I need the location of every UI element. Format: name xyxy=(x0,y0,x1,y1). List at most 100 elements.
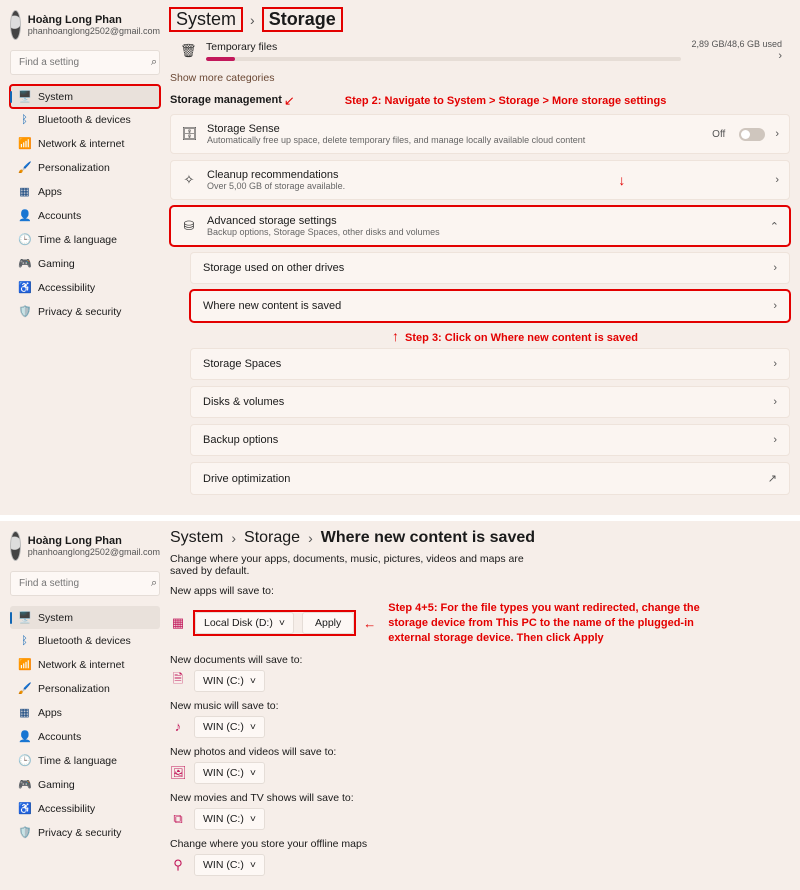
annotation-step3: ↑Step 3: Click on Where new content is s… xyxy=(240,328,790,344)
chevron-right-icon: › xyxy=(250,12,255,28)
nav-label: Personalization xyxy=(38,162,110,174)
nav-icon: 🖌️ xyxy=(18,161,31,174)
arrow-left-icon: ← xyxy=(363,616,376,631)
drive-select[interactable]: WIN (C:) ˅ xyxy=(194,854,265,876)
save-label: New movies and TV shows will save to: xyxy=(170,792,790,804)
sidebar-item-personalization[interactable]: 🖌️ Personalization xyxy=(10,156,160,179)
user-email: phanhoanglong2502@gmail.com xyxy=(28,26,160,36)
intro-text: Change where your apps, documents, music… xyxy=(170,553,530,577)
drive-select[interactable]: Local Disk (D:) ˅ xyxy=(195,612,294,634)
search-icon: ⌕ xyxy=(151,577,157,590)
chevron-right-icon: › xyxy=(773,358,777,370)
nav-label: Time & language xyxy=(38,234,117,246)
sidebar-item-bluetooth-devices[interactable]: ᛒ Bluetooth & devices xyxy=(10,109,160,131)
storage-sense-desc: Automatically free up space, delete temp… xyxy=(207,135,702,145)
breadcrumb: System › Storage › Where new content is … xyxy=(170,529,790,547)
sidebar-item-gaming[interactable]: 🎮Gaming xyxy=(10,773,160,796)
category-icon: 🗎 xyxy=(170,670,186,692)
storage-sense-toggle[interactable] xyxy=(739,128,765,141)
temp-files-row[interactable]: 🗑 Temporary files 2,89 GB/48,6 GB used › xyxy=(170,37,790,68)
nav-icon: 🕒 xyxy=(18,233,31,246)
advanced-storage-row[interactable]: ⛁ Advanced storage settings Backup optio… xyxy=(170,206,790,246)
sidebar-item-accessibility[interactable]: ♿Accessibility xyxy=(10,276,160,299)
crumb-storage[interactable]: Storage xyxy=(244,529,300,547)
sidebar-item-gaming[interactable]: 🎮Gaming xyxy=(10,252,160,275)
sidebar-item-system[interactable]: 🖥️System xyxy=(10,85,160,108)
nav-label: Time & language xyxy=(38,755,117,767)
adv-item-disks-volumes[interactable]: Disks & volumes› xyxy=(190,386,790,418)
search-input[interactable] xyxy=(19,57,151,68)
chevron-right-icon: › xyxy=(773,262,777,274)
show-more-categories[interactable]: Show more categories xyxy=(170,72,790,84)
avatar xyxy=(10,10,21,40)
user-email: phanhoanglong2502@gmail.com xyxy=(28,547,160,557)
adv-item-backup-options[interactable]: Backup options› xyxy=(190,424,790,456)
search-box[interactable]: ⌕ xyxy=(10,50,160,75)
user-name: Hoàng Long Phan xyxy=(28,14,160,26)
storage-mgmt-title: Storage management xyxy=(170,94,282,106)
adv-item-title: Where new content is saved xyxy=(203,300,763,312)
sidebar-item-privacy-security[interactable]: 🛡️Privacy & security xyxy=(10,821,160,844)
temp-used: 2,89 GB/48,6 GB used xyxy=(691,39,782,49)
sidebar-item-privacy-security[interactable]: 🛡️Privacy & security xyxy=(10,300,160,323)
save-label: New music will save to: xyxy=(170,700,790,712)
temp-files-title: Temporary files xyxy=(206,41,277,53)
save-picker: 🖼WIN (C:) ˅ xyxy=(170,762,790,784)
nav-icon: 👤 xyxy=(18,730,31,743)
adv-item-title: Backup options xyxy=(203,434,763,446)
external-link-icon: ↗ xyxy=(768,472,777,485)
chevron-down-icon: ˅ xyxy=(250,721,256,733)
crumb-system[interactable]: System xyxy=(170,529,223,547)
user-block[interactable]: Hoàng Long Phan phanhoanglong2502@gmail.… xyxy=(10,10,160,40)
nav-label: System xyxy=(38,612,73,624)
toggle-label: Off xyxy=(712,129,725,140)
search-input[interactable] xyxy=(19,578,151,589)
chevron-right-icon: › xyxy=(773,396,777,408)
drive-select[interactable]: WIN (C:) ˅ xyxy=(194,808,265,830)
nav-icon: 📶 xyxy=(18,137,31,150)
sidebar-item-time-language[interactable]: 🕒Time & language xyxy=(10,749,160,772)
nav-icon: ᛒ xyxy=(18,114,31,126)
drive-select[interactable]: WIN (C:) ˅ xyxy=(194,670,265,692)
sidebar-item-apps[interactable]: ▦Apps xyxy=(10,701,160,724)
nav-icon: ᛒ xyxy=(18,635,31,647)
category-icon: ▦ xyxy=(170,615,186,631)
sidebar-item-network-internet[interactable]: 📶Network & internet xyxy=(10,132,160,155)
sidebar-item-personalization[interactable]: 🖌️ Personalization xyxy=(10,677,160,700)
apply-button[interactable]: Apply xyxy=(302,612,354,634)
storage-sense-row[interactable]: 🗄 Storage Sense Automatically free up sp… xyxy=(170,114,790,154)
sidebar-item-apps[interactable]: ▦Apps xyxy=(10,180,160,203)
avatar xyxy=(10,531,21,561)
nav-label: Apps xyxy=(38,707,62,719)
nav-label: Bluetooth & devices xyxy=(38,114,131,126)
sidebar-item-time-language[interactable]: 🕒 Time & language xyxy=(10,228,160,251)
nav-icon: 🖥️ xyxy=(18,611,31,624)
drive-select[interactable]: WIN (C:) ˅ xyxy=(194,716,265,738)
sidebar-item-system[interactable]: 🖥️ System xyxy=(10,606,160,629)
sidebar-item-accessibility[interactable]: ♿Accessibility xyxy=(10,797,160,820)
nav-label: Accessibility xyxy=(38,282,95,294)
cleanup-row[interactable]: ✧ Cleanup recommendations Over 5,00 GB o… xyxy=(170,160,790,200)
sidebar-item-accounts[interactable]: 👤Accounts xyxy=(10,725,160,748)
nav-icon: 🖌️ xyxy=(18,682,31,695)
nav-icon: ▦ xyxy=(18,185,31,198)
nav-label: Gaming xyxy=(38,779,75,791)
adv-item-storage-used-on-other-drives[interactable]: Storage used on other drives› xyxy=(190,252,790,284)
nav-icon: 📶 xyxy=(18,658,31,671)
search-box[interactable]: ⌕ xyxy=(10,571,160,596)
sidebar-item-network-internet[interactable]: 📶Network & internet xyxy=(10,653,160,676)
user-block[interactable]: Hoàng Long Phan phanhoanglong2502@gmail.… xyxy=(10,531,160,561)
advanced-sublist: Storage used on other drives› Where new c… xyxy=(170,252,790,495)
nav-label: Bluetooth & devices xyxy=(38,635,131,647)
arrow-up-icon: ↑ xyxy=(392,328,399,344)
sidebar-item-accounts[interactable]: 👤Accounts xyxy=(10,204,160,227)
sidebar-item-bluetooth-devices[interactable]: ᛒ Bluetooth & devices xyxy=(10,630,160,652)
adv-item-storage-spaces[interactable]: Storage Spaces› xyxy=(190,348,790,380)
adv-item-drive-optimization[interactable]: Drive optimization↗ xyxy=(190,462,790,495)
nav-label: Personalization xyxy=(38,683,110,695)
temp-bar xyxy=(206,57,681,61)
search-icon: ⌕ xyxy=(151,56,157,69)
crumb-system[interactable]: System xyxy=(170,8,242,31)
drive-select[interactable]: WIN (C:) ˅ xyxy=(194,762,265,784)
adv-item-where-new-content-is-saved[interactable]: Where new content is saved› xyxy=(190,290,790,322)
